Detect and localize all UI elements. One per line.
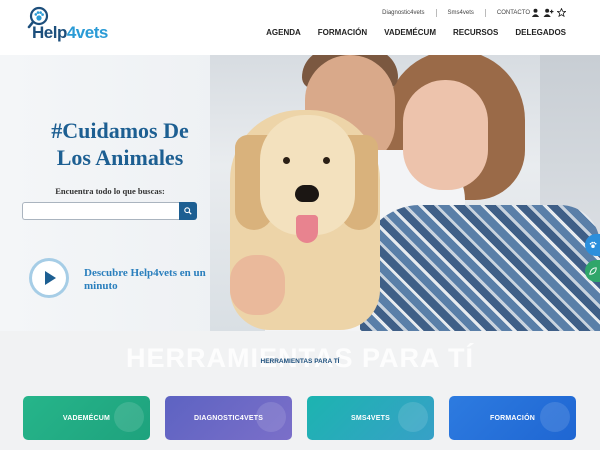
card-decoration: [540, 402, 570, 432]
search-button[interactable]: [179, 202, 197, 220]
hero-title: #Cuidamos De Los Animales: [51, 118, 189, 170]
nav-delegados[interactable]: DELEGADOS: [515, 28, 566, 37]
tool-card-label: VADEMÉCUM: [62, 414, 111, 422]
user-icon[interactable]: [531, 8, 540, 17]
dog-tongue: [296, 215, 318, 243]
tool-card-label: SMS4VETS: [351, 414, 390, 422]
tool-card-label: DIAGNOSTIC4VETS: [193, 414, 264, 422]
nav-formacion[interactable]: FORMACIÓN: [318, 28, 367, 37]
dog-eye: [283, 157, 290, 164]
logo-text-main: Help: [32, 23, 67, 42]
leaf-icon: [588, 267, 597, 275]
add-user-icon[interactable]: [543, 8, 554, 17]
tool-card-diagnostic4vets[interactable]: DIAGNOSTIC4VETS: [165, 396, 292, 440]
divider: [484, 9, 486, 17]
hand: [230, 255, 285, 315]
tools-section: HERRAMIENTAS PARA TÍ HERRAMIENTAS PARA T…: [0, 331, 600, 450]
tool-cards: VADEMÉCUM DIAGNOSTIC4VETS SMS4VETS FORMA…: [23, 396, 577, 440]
top-links: Diagnostic4vets Sms4vets CONTACTO: [382, 9, 530, 17]
discover-video-link[interactable]: Descubre Help4vets en un minuto: [84, 267, 224, 293]
tool-card-sms4vets[interactable]: SMS4VETS: [307, 396, 434, 440]
paw-icon: [589, 241, 597, 248]
nav-vademecum[interactable]: VADEMÉCUM: [384, 28, 436, 37]
star-icon[interactable]: [557, 8, 566, 17]
logo-text-accent: 4vets: [66, 23, 108, 42]
site-header: Help4vets Diagnostic4vets Sms4vets CONTA…: [0, 0, 600, 55]
main-nav: AGENDA FORMACIÓN VADEMÉCUM RECURSOS DELE…: [266, 28, 566, 37]
top-icons: [531, 8, 566, 17]
hero-photo: [210, 55, 600, 331]
woman-face: [403, 80, 488, 190]
top-link-contacto[interactable]: CONTACTO: [497, 10, 530, 16]
woman-shirt: [360, 205, 600, 331]
play-icon: [45, 271, 56, 285]
nav-recursos[interactable]: RECURSOS: [453, 28, 498, 37]
search-label: Encuentra todo lo que buscas:: [55, 186, 165, 196]
search-box: [22, 202, 197, 220]
top-link-diagnostic4vets[interactable]: Diagnostic4vets: [382, 10, 424, 16]
page: Help4vets Diagnostic4vets Sms4vets CONTA…: [0, 0, 600, 450]
card-decoration: [398, 402, 428, 432]
logo-text: Help4vets: [32, 23, 108, 43]
card-decoration: [114, 402, 144, 432]
nav-agenda[interactable]: AGENDA: [266, 28, 301, 37]
logo[interactable]: Help4vets: [27, 6, 117, 43]
tools-title: HERRAMIENTAS PARA TÍ: [260, 358, 340, 365]
play-button[interactable]: [32, 261, 66, 295]
divider: [435, 9, 437, 17]
search-icon: [184, 207, 192, 215]
search-input[interactable]: [22, 202, 179, 220]
side-quick-button[interactable]: [585, 234, 600, 256]
top-link-sms4vets[interactable]: Sms4vets: [448, 10, 474, 16]
tool-card-vademecum[interactable]: VADEMÉCUM: [23, 396, 150, 440]
tool-card-label: FORMACIÓN: [490, 414, 535, 422]
dog-eye: [323, 157, 330, 164]
hero-banner: #Cuidamos De Los Animales Encuentra todo…: [0, 55, 600, 331]
dog-nose: [295, 185, 319, 202]
tool-card-formacion[interactable]: FORMACIÓN: [449, 396, 576, 440]
side-quick-button[interactable]: [585, 260, 600, 282]
